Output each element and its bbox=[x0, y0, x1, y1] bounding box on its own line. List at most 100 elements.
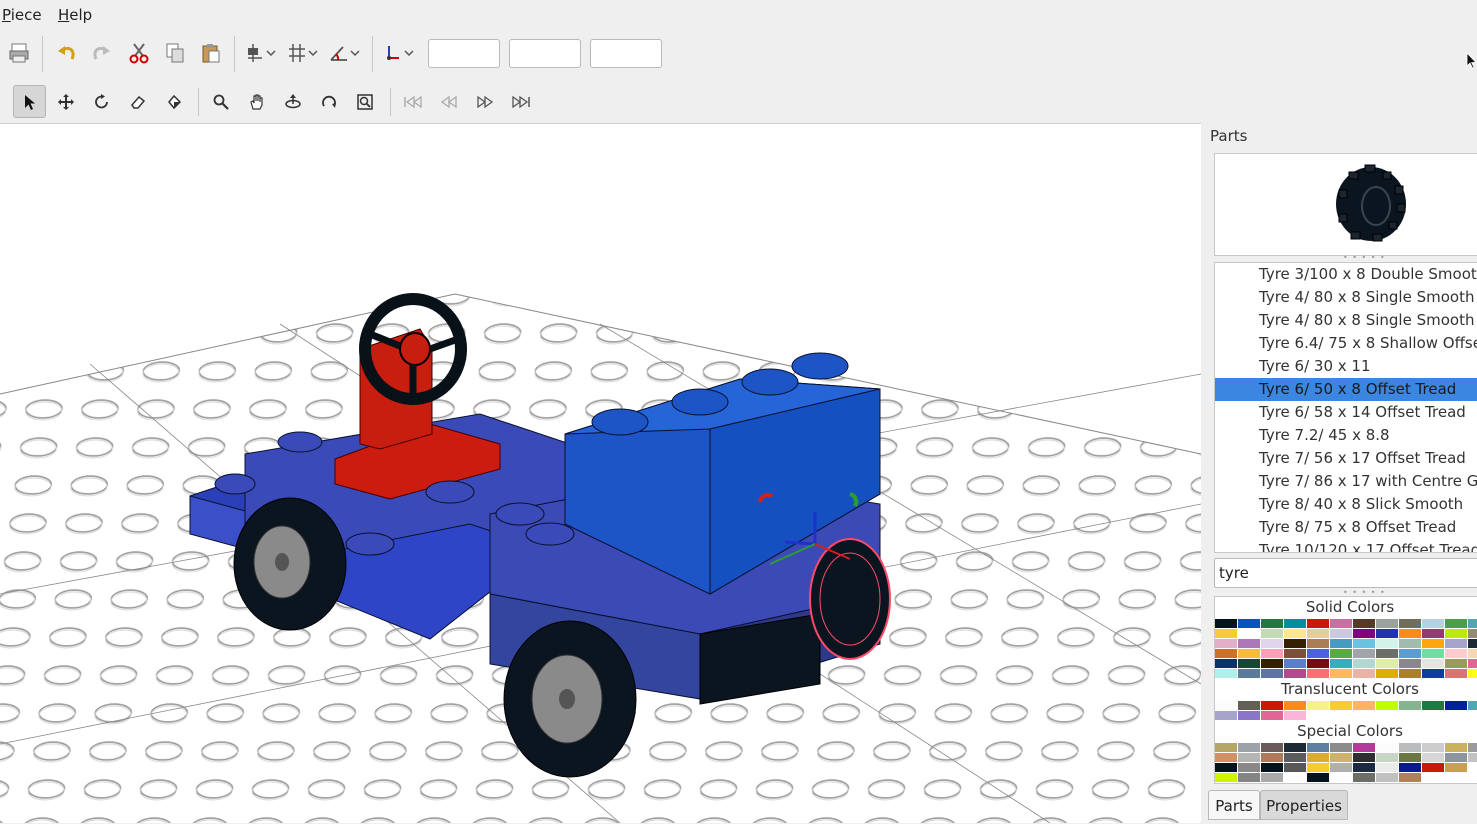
color-swatch[interactable] bbox=[1330, 763, 1352, 772]
color-swatch[interactable] bbox=[1445, 639, 1467, 648]
orbit-tool-icon[interactable] bbox=[280, 89, 306, 115]
color-swatch[interactable] bbox=[1353, 649, 1375, 658]
color-swatch[interactable] bbox=[1307, 701, 1329, 710]
color-swatch[interactable] bbox=[1330, 629, 1352, 638]
transform-x-field[interactable] bbox=[428, 39, 500, 68]
color-swatch[interactable] bbox=[1468, 639, 1477, 648]
color-swatch[interactable] bbox=[1376, 773, 1398, 782]
color-swatch[interactable] bbox=[1215, 711, 1237, 720]
zoom-region-icon[interactable] bbox=[352, 89, 378, 115]
color-swatch[interactable] bbox=[1215, 763, 1237, 772]
color-swatch[interactable] bbox=[1215, 701, 1237, 710]
list-item-selected[interactable]: Tyre 6/ 50 x 8 Offset Tread bbox=[1215, 378, 1477, 401]
color-swatch[interactable] bbox=[1215, 773, 1237, 782]
color-swatch[interactable] bbox=[1261, 629, 1283, 638]
menu-help[interactable]: Help bbox=[58, 6, 92, 24]
scene-canvas[interactable] bbox=[0, 124, 1201, 823]
tab-properties[interactable]: Properties bbox=[1260, 790, 1348, 820]
color-swatch[interactable] bbox=[1353, 701, 1375, 710]
color-swatch[interactable] bbox=[1307, 753, 1329, 762]
list-item[interactable]: Tyre 10/120 x 17 Offset Tread bbox=[1215, 539, 1477, 552]
color-swatch[interactable] bbox=[1445, 659, 1467, 668]
color-swatch[interactable] bbox=[1445, 701, 1467, 710]
color-swatch[interactable] bbox=[1238, 743, 1260, 752]
color-swatch[interactable] bbox=[1307, 763, 1329, 772]
color-swatch[interactable] bbox=[1307, 649, 1329, 658]
color-swatch[interactable] bbox=[1468, 649, 1477, 658]
color-swatch[interactable] bbox=[1330, 753, 1352, 762]
prev-step-icon[interactable] bbox=[436, 89, 462, 115]
move-tool-icon[interactable] bbox=[53, 89, 79, 115]
color-swatch[interactable] bbox=[1445, 649, 1467, 658]
color-swatch[interactable] bbox=[1238, 669, 1260, 678]
list-item[interactable]: Tyre 8/ 75 x 8 Offset Tread bbox=[1215, 516, 1477, 539]
last-step-icon[interactable] bbox=[508, 89, 534, 115]
list-item[interactable]: Tyre 8/ 40 x 8 Slick Smooth bbox=[1215, 493, 1477, 516]
color-picker[interactable]: Solid Colors Translucent Colors Special … bbox=[1214, 596, 1477, 784]
color-swatch[interactable] bbox=[1422, 639, 1444, 648]
color-swatch[interactable] bbox=[1399, 763, 1421, 772]
color-swatch[interactable] bbox=[1284, 639, 1306, 648]
color-swatch[interactable] bbox=[1330, 659, 1352, 668]
color-swatch[interactable] bbox=[1376, 701, 1398, 710]
color-swatch[interactable] bbox=[1215, 743, 1237, 752]
color-swatch[interactable] bbox=[1468, 701, 1477, 710]
color-swatch[interactable] bbox=[1307, 669, 1329, 678]
copy-icon[interactable] bbox=[162, 40, 188, 66]
color-swatch[interactable] bbox=[1284, 629, 1306, 638]
cut-icon[interactable] bbox=[126, 40, 152, 66]
color-swatch[interactable] bbox=[1376, 743, 1398, 752]
paint-tool-icon[interactable] bbox=[161, 89, 187, 115]
color-swatch[interactable] bbox=[1399, 659, 1421, 668]
color-swatch[interactable] bbox=[1399, 701, 1421, 710]
color-swatch[interactable] bbox=[1307, 629, 1329, 638]
pan-tool-icon[interactable] bbox=[244, 89, 270, 115]
color-swatch[interactable] bbox=[1422, 619, 1444, 628]
color-swatch[interactable] bbox=[1353, 619, 1375, 628]
color-swatch[interactable] bbox=[1261, 649, 1283, 658]
tab-parts[interactable]: Parts bbox=[1208, 790, 1260, 820]
color-swatch[interactable] bbox=[1238, 659, 1260, 668]
list-item[interactable]: Tyre 6/ 30 x 11 bbox=[1215, 355, 1477, 378]
color-swatch[interactable] bbox=[1445, 763, 1467, 772]
color-swatch[interactable] bbox=[1376, 639, 1398, 648]
roll-tool-icon[interactable] bbox=[316, 89, 342, 115]
list-item[interactable]: Tyre 3/100 x 8 Double Smooth bbox=[1215, 263, 1477, 286]
color-swatch[interactable] bbox=[1261, 711, 1283, 720]
redo-icon[interactable] bbox=[88, 40, 114, 66]
model-viewport[interactable] bbox=[0, 123, 1201, 823]
color-swatch[interactable] bbox=[1445, 753, 1467, 762]
color-swatch[interactable] bbox=[1399, 773, 1421, 782]
color-swatch[interactable] bbox=[1284, 753, 1306, 762]
select-tool-icon[interactable] bbox=[13, 85, 46, 118]
color-swatch[interactable] bbox=[1284, 619, 1306, 628]
color-swatch[interactable] bbox=[1399, 753, 1421, 762]
color-swatch[interactable] bbox=[1468, 659, 1477, 668]
first-step-icon[interactable] bbox=[400, 89, 426, 115]
color-swatch[interactable] bbox=[1330, 639, 1352, 648]
color-swatch[interactable] bbox=[1468, 763, 1477, 772]
color-swatch[interactable] bbox=[1399, 743, 1421, 752]
color-swatch[interactable] bbox=[1353, 773, 1375, 782]
color-swatch[interactable] bbox=[1376, 629, 1398, 638]
color-swatch[interactable] bbox=[1468, 753, 1477, 762]
color-swatch[interactable] bbox=[1238, 649, 1260, 658]
menu-piece[interactable]: Piece bbox=[2, 6, 42, 24]
color-swatch[interactable] bbox=[1261, 743, 1283, 752]
color-swatch[interactable] bbox=[1238, 753, 1260, 762]
color-swatch[interactable] bbox=[1422, 701, 1444, 710]
parts-list[interactable]: Tyre 3/100 x 8 Double Smooth Tyre 4/ 80 … bbox=[1214, 262, 1477, 553]
color-swatch[interactable] bbox=[1284, 763, 1306, 772]
color-swatch[interactable] bbox=[1215, 629, 1237, 638]
color-swatch[interactable] bbox=[1238, 701, 1260, 710]
list-item[interactable]: Tyre 6.4/ 75 x 8 Shallow Offset bbox=[1215, 332, 1477, 355]
list-item[interactable]: Tyre 4/ 80 x 8 Single Smooth T bbox=[1215, 309, 1477, 332]
next-step-icon[interactable] bbox=[472, 89, 498, 115]
color-swatch[interactable] bbox=[1468, 629, 1477, 638]
color-swatch[interactable] bbox=[1468, 743, 1477, 752]
color-swatch[interactable] bbox=[1215, 649, 1237, 658]
color-swatch[interactable] bbox=[1422, 669, 1444, 678]
color-swatch[interactable] bbox=[1399, 639, 1421, 648]
parts-search-input[interactable] bbox=[1214, 558, 1477, 588]
color-swatch[interactable] bbox=[1215, 753, 1237, 762]
